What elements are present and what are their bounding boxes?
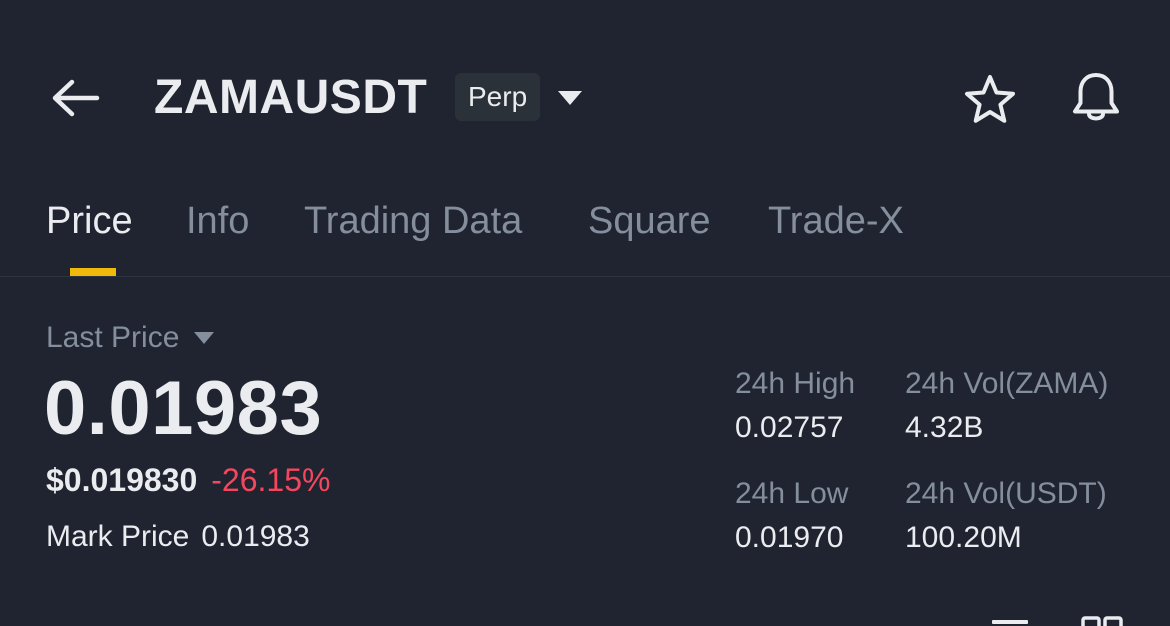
stat-value: 4.32B [905, 411, 984, 444]
last-price-value: 0.01983 [44, 366, 323, 451]
stat-24h-low: 24h Low 0.01970 [735, 476, 848, 558]
tab-info[interactable]: Info [186, 198, 249, 244]
contract-type-badge: Perp [455, 73, 541, 121]
stat-24h-vol-base: 24h Vol(ZAMA) 4.32B [905, 366, 1108, 448]
arrow-left-icon [52, 79, 100, 117]
stat-value: 0.02757 [735, 411, 844, 444]
stat-label: 24h Vol(ZAMA) [905, 367, 1109, 400]
active-tab-indicator [70, 268, 116, 276]
tab-bar: Price Info Trading Data Square Trade-X [0, 190, 1170, 277]
tab-square[interactable]: Square [588, 198, 711, 244]
stat-label: 24h Vol(USDT) [905, 477, 1107, 510]
symbol-title[interactable]: ZAMAUSDT [154, 70, 427, 126]
mark-price-row: Mark Price 0.01983 [46, 518, 310, 556]
mark-price-value: 0.01983 [201, 520, 310, 553]
last-price-label: Last Price [46, 321, 180, 354]
stat-label: 24h Low [735, 477, 849, 510]
stat-label: 24h High [735, 367, 856, 400]
last-price-selector[interactable]: Last Price [46, 320, 215, 356]
tab-trading-data[interactable]: Trading Data [304, 198, 522, 244]
tab-price[interactable]: Price [46, 198, 133, 244]
stat-24h-vol-quote: 24h Vol(USDT) 100.20M [905, 476, 1107, 558]
tab-trade-x[interactable]: Trade-X [768, 198, 904, 244]
top-bar: ZAMAUSDT Perp [0, 0, 1170, 190]
stat-24h-high: 24h High 0.02757 [735, 366, 855, 448]
price-change-percent: -26.15% [211, 462, 331, 498]
stat-value: 100.20M [905, 521, 1022, 554]
caret-down-icon [194, 332, 215, 344]
back-button[interactable] [48, 74, 102, 122]
star-icon[interactable] [962, 72, 1018, 128]
usd-price-row: $0.019830 -26.15% [46, 460, 330, 500]
stat-value: 0.01970 [735, 521, 844, 554]
bell-icon[interactable] [1068, 70, 1124, 126]
usd-price-value: $0.019830 [46, 462, 198, 498]
caret-down-icon[interactable] [556, 88, 584, 108]
list-view-icon[interactable] [990, 608, 1030, 626]
mark-price-label: Mark Price [46, 520, 190, 553]
grid-view-icon[interactable] [1080, 608, 1124, 626]
